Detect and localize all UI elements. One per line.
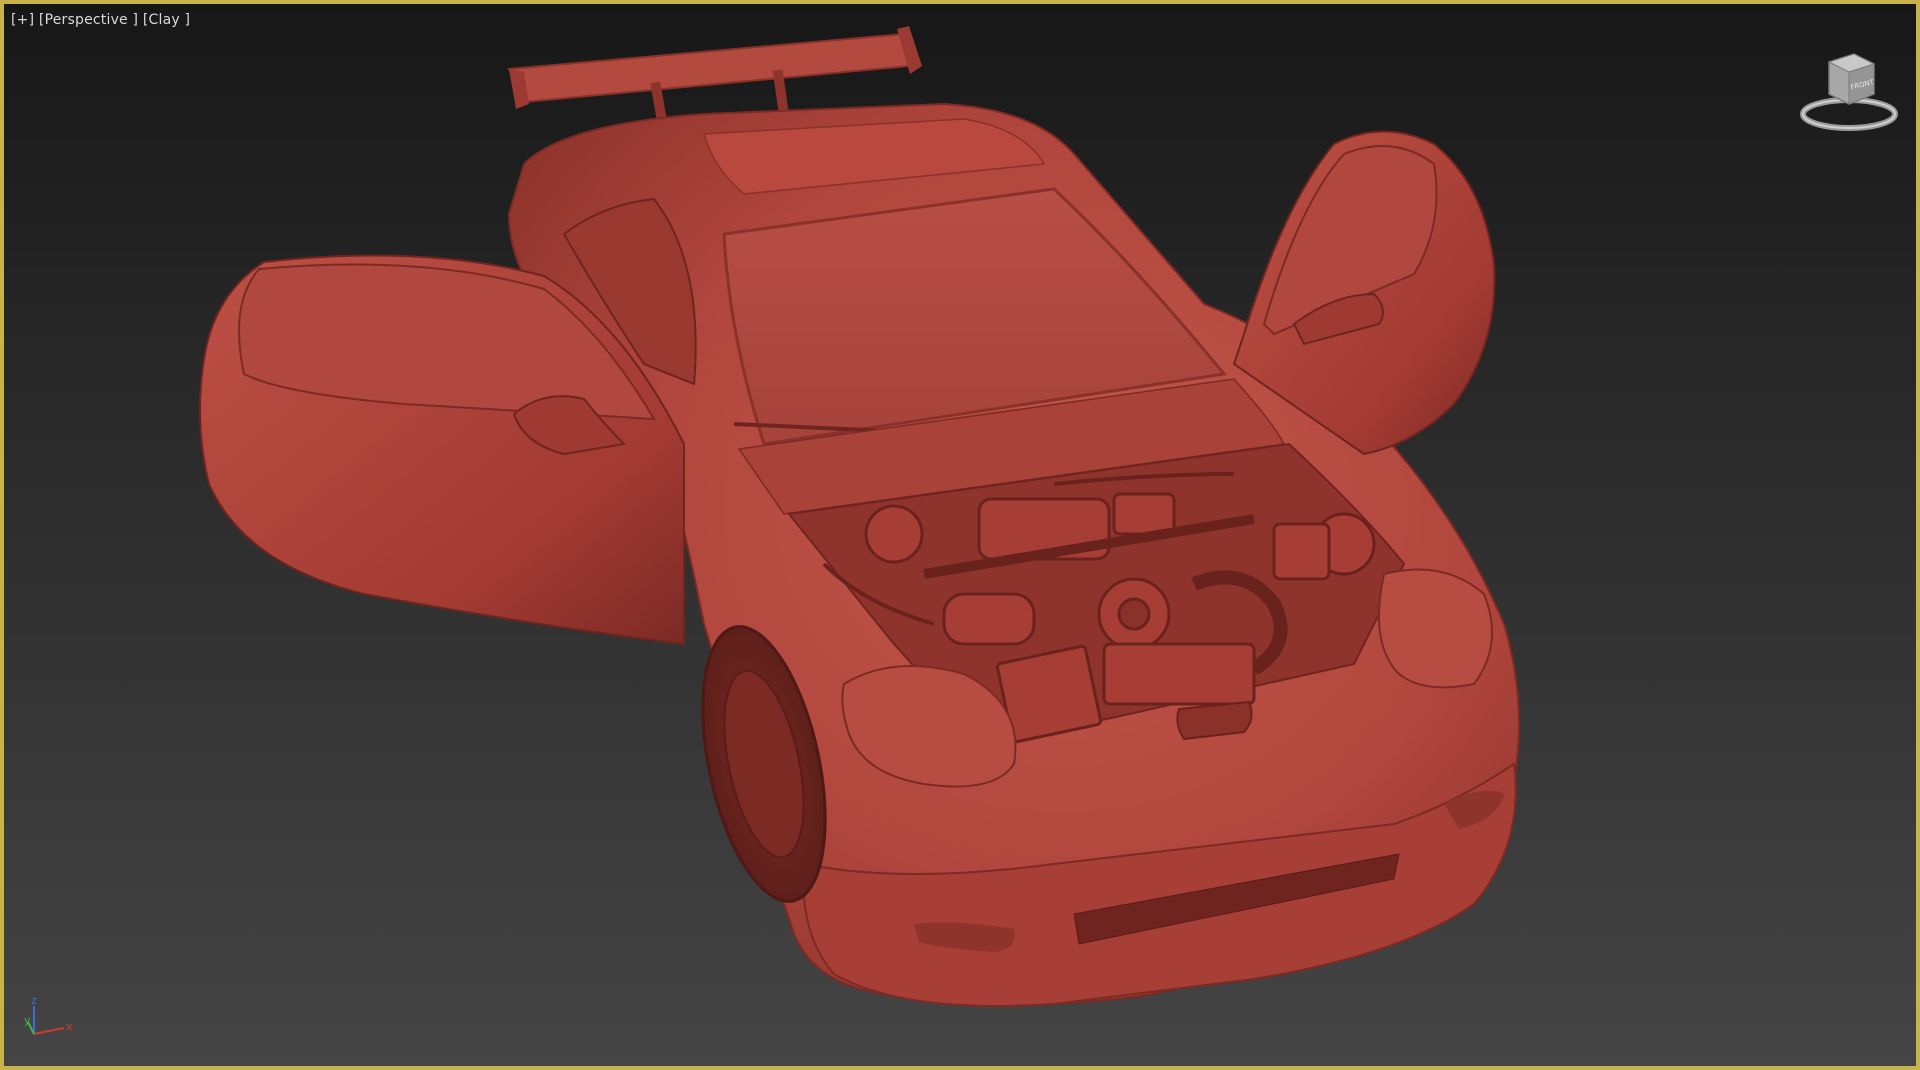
axis-x-label: x	[66, 1020, 73, 1033]
perspective-viewport[interactable]: [+] [Perspective ] [Clay ] FRONT z x y	[0, 0, 1920, 1070]
sports-car-model[interactable]	[4, 4, 1916, 1066]
axis-tripod-icon: z x y	[24, 994, 73, 1035]
viewcube-icon[interactable]: FRONT	[1794, 44, 1904, 134]
axis-y-label: y	[24, 1014, 31, 1027]
axis-z-label: z	[31, 994, 37, 1007]
